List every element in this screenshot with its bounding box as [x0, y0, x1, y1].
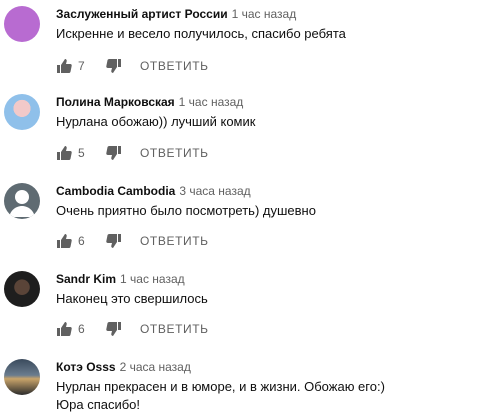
avatar[interactable]	[4, 271, 40, 307]
default-avatar-icon	[9, 190, 35, 217]
like-count: 7	[78, 59, 85, 73]
dislike-icon[interactable]	[106, 321, 122, 337]
dislike-icon[interactable]	[106, 233, 122, 249]
comment-text-line: Юра спасибо!	[56, 397, 141, 412]
comment-author[interactable]: Cambodia Cambodia	[56, 184, 175, 198]
comment-text: Искренне и весело получилось, спасибо ре…	[56, 26, 346, 41]
like-icon[interactable]	[56, 321, 72, 337]
reply-button[interactable]: ОТВЕТИТЬ	[140, 59, 209, 73]
comment-body: Полина Марковская 1 час назад Нурлана обо…	[56, 94, 478, 131]
like-count: 6	[78, 234, 85, 248]
comment-time[interactable]: 3 часа назад	[179, 184, 250, 198]
comment-body: Котэ Osss 2 часа назад Нурлан прекрасен и…	[56, 359, 478, 414]
comment-actions: 6 ОТВЕТИТЬ	[56, 231, 209, 251]
like-icon[interactable]	[56, 145, 72, 161]
like-icon[interactable]	[56, 58, 72, 74]
like-count: 5	[78, 146, 85, 160]
comment-time[interactable]: 1 час назад	[232, 7, 297, 21]
avatar[interactable]	[4, 359, 40, 395]
reply-button[interactable]: ОТВЕТИТЬ	[140, 322, 209, 336]
comment-time[interactable]: 1 час назад	[179, 95, 244, 109]
comment-author[interactable]: Sandr Kim	[56, 272, 116, 286]
comment-actions: 6 ОТВЕТИТЬ	[56, 319, 209, 339]
comment-body: Заслуженный артист России 1 час назад Иск…	[56, 6, 478, 43]
comment-text: Наконец это свершилось	[56, 291, 208, 306]
comment-author[interactable]: Заслуженный артист России	[56, 7, 228, 21]
comment-actions: 7 ОТВЕТИТЬ	[56, 56, 209, 76]
dislike-icon[interactable]	[106, 145, 122, 161]
comment-time[interactable]: 2 часа назад	[120, 360, 191, 374]
comment-body: Sandr Kim 1 час назад Наконец это свершил…	[56, 271, 478, 308]
comment-time[interactable]: 1 час назад	[120, 272, 185, 286]
comment-actions: 5 ОТВЕТИТЬ	[56, 143, 209, 163]
comment-body: Cambodia Cambodia 3 часа назад Очень прия…	[56, 183, 478, 220]
avatar[interactable]	[4, 6, 40, 42]
avatar[interactable]	[4, 94, 40, 130]
dislike-icon[interactable]	[106, 58, 122, 74]
comment-author[interactable]: Котэ Osss	[56, 360, 116, 374]
comment-text: Нурлана обожаю)) лучший комик	[56, 114, 256, 129]
comment-text: Нурлан прекрасен и в юморе, и в жизни. О…	[56, 378, 478, 414]
reply-button[interactable]: ОТВЕТИТЬ	[140, 234, 209, 248]
comment-text: Очень приятно было посмотреть) душевно	[56, 203, 316, 218]
like-count: 6	[78, 322, 85, 336]
like-icon[interactable]	[56, 233, 72, 249]
avatar[interactable]	[4, 183, 40, 219]
comment-author[interactable]: Полина Марковская	[56, 95, 175, 109]
comment-text-line: Нурлан прекрасен и в юморе, и в жизни. О…	[56, 379, 385, 394]
reply-button[interactable]: ОТВЕТИТЬ	[140, 146, 209, 160]
